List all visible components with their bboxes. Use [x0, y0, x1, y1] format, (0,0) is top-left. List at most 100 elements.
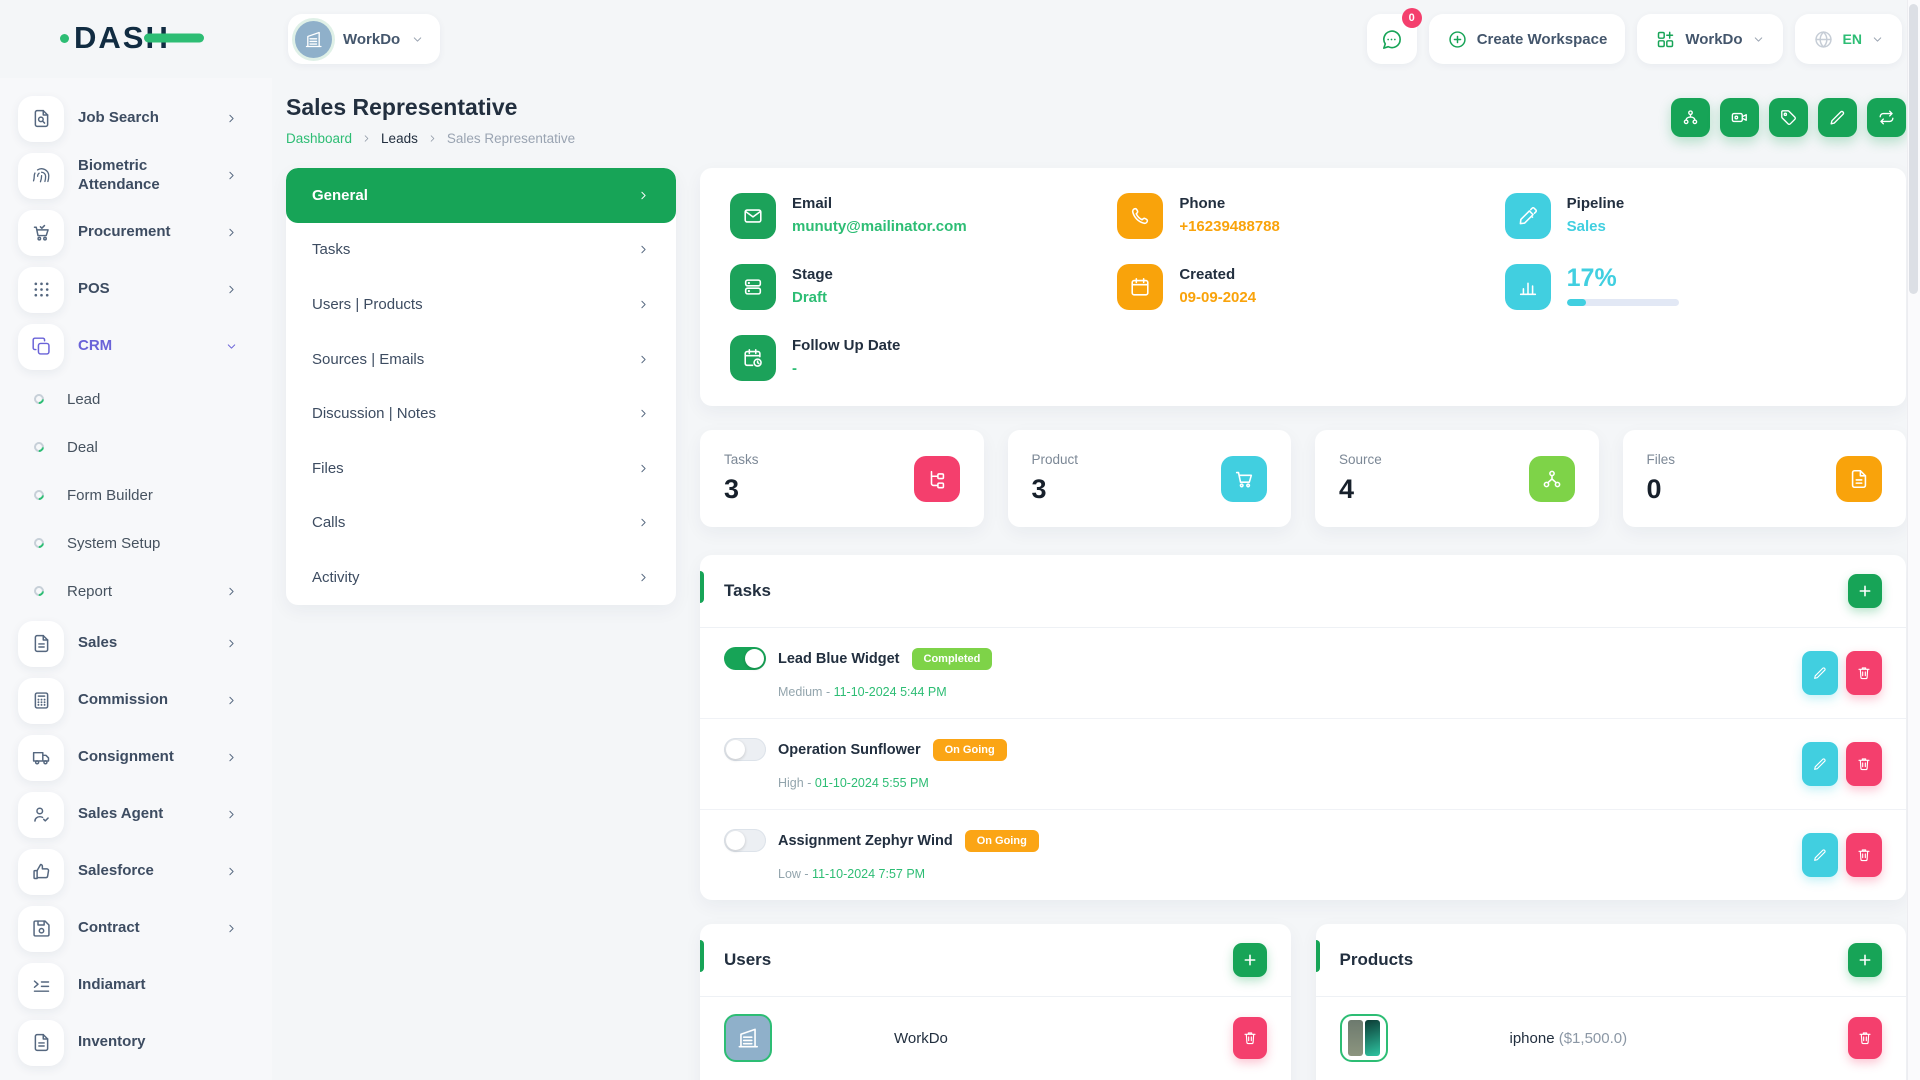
tab-activity[interactable]: Activity	[286, 550, 676, 605]
sidebar-item-commission[interactable]: Commission	[0, 672, 272, 729]
stage-value: Draft	[792, 289, 833, 306]
sidebar-item-sales-agent[interactable]: Sales Agent	[0, 786, 272, 843]
edit-task-button[interactable]	[1802, 833, 1838, 877]
sidebar-item-indiamart[interactable]: Indiamart	[0, 957, 272, 1014]
task-row: Lead Blue Widget Completed Medium - 11-1…	[700, 628, 1906, 719]
sidebar-item-biometric-attendance[interactable]: Biometric Attendance	[0, 147, 272, 204]
sidebar-item-job-search[interactable]: Job Search	[0, 90, 272, 147]
tab-general[interactable]: General	[286, 168, 676, 223]
sidebar-item-form-builder[interactable]: Form Builder	[0, 471, 272, 519]
follow-up-value: -	[792, 360, 900, 377]
share-network-icon	[1529, 456, 1575, 502]
convert-button[interactable]	[1867, 98, 1906, 137]
chevron-right-icon	[225, 922, 238, 935]
calendar-clock-icon	[730, 335, 776, 381]
user-avatar	[724, 1014, 772, 1062]
hierarchy-button[interactable]	[1671, 98, 1710, 137]
tab-users-products[interactable]: Users | Products	[286, 277, 676, 332]
sidebar-item-consignment[interactable]: Consignment	[0, 729, 272, 786]
task-row: Operation Sunflower On Going High - 01-1…	[700, 719, 1906, 810]
tree-icon	[914, 456, 960, 502]
sidebar-item-salesforce[interactable]: Salesforce	[0, 843, 272, 900]
page-scrollbar	[1907, 0, 1920, 1080]
bullet-icon	[32, 584, 46, 598]
products-section-title: Products	[1340, 950, 1414, 970]
tab-sources-emails[interactable]: Sources | Emails	[286, 332, 676, 387]
messages-button[interactable]: 0	[1367, 14, 1417, 64]
delete-user-button[interactable]	[1233, 1017, 1267, 1059]
trash-icon	[1856, 847, 1872, 863]
bar-chart-icon	[1505, 264, 1551, 310]
sidebar-item-report[interactable]: Report	[0, 567, 272, 615]
chevron-right-icon	[637, 353, 650, 366]
progress-fill	[1567, 299, 1586, 306]
workspace-name: WorkDo	[343, 31, 400, 48]
task-toggle[interactable]	[724, 829, 766, 852]
language-selector[interactable]: EN	[1795, 14, 1902, 64]
sidebar-item-pos[interactable]: POS	[0, 261, 272, 318]
sidebar-item-deal[interactable]: Deal	[0, 423, 272, 471]
chevron-down-icon	[1752, 33, 1765, 46]
trash-icon	[1857, 1030, 1873, 1046]
cart-icon	[1221, 456, 1267, 502]
breadcrumb-dashboard[interactable]: Dashboard	[286, 131, 352, 146]
edit-lead-button[interactable]	[1818, 98, 1857, 137]
convert-arrows-icon	[1877, 108, 1896, 127]
plus-icon	[1857, 583, 1873, 599]
calculator-icon	[18, 678, 64, 724]
status-badge: Completed	[912, 648, 993, 670]
bullet-icon	[32, 488, 46, 502]
app-logo[interactable]: DASH	[60, 20, 170, 56]
tab-discussion-notes[interactable]: Discussion | Notes	[286, 386, 676, 441]
logo-dash-icon	[144, 34, 204, 43]
pipeline-value: Sales	[1567, 218, 1625, 235]
chevron-right-icon	[637, 189, 650, 202]
delete-task-button[interactable]	[1846, 742, 1882, 786]
grid-plus-icon	[1655, 29, 1676, 50]
stat-card-source: Source 4	[1315, 430, 1599, 527]
workspace-switcher[interactable]: WorkDo	[288, 14, 440, 64]
chevron-right-icon	[225, 585, 238, 598]
document-lines-icon	[18, 621, 64, 667]
field-follow-up-date: Follow Up Date -	[730, 335, 1101, 381]
delete-task-button[interactable]	[1846, 833, 1882, 877]
add-task-button[interactable]	[1848, 574, 1882, 608]
tab-files[interactable]: Files	[286, 441, 676, 496]
task-toggle[interactable]	[724, 738, 766, 761]
add-user-button[interactable]	[1233, 943, 1267, 977]
workspace-menu-button[interactable]: WorkDo	[1637, 14, 1782, 64]
sidebar-item-lead[interactable]: Lead	[0, 375, 272, 423]
users-section-title: Users	[724, 950, 771, 970]
progress-bar	[1567, 299, 1679, 306]
labels-button[interactable]	[1769, 98, 1808, 137]
meeting-button[interactable]	[1720, 98, 1759, 137]
tab-tasks[interactable]: Tasks	[286, 223, 676, 278]
product-row: iphone ($1,500.0)	[1316, 997, 1907, 1079]
email-value: munuty@mailinator.com	[792, 218, 967, 235]
sidebar-item-contract[interactable]: Contract	[0, 900, 272, 957]
edit-task-button[interactable]	[1802, 651, 1838, 695]
fingerprint-icon	[18, 153, 64, 199]
breadcrumb-leads[interactable]: Leads	[381, 131, 418, 146]
delete-task-button[interactable]	[1846, 651, 1882, 695]
create-workspace-button[interactable]: Create Workspace	[1429, 14, 1626, 64]
pencil-icon	[1828, 108, 1847, 127]
edit-task-button[interactable]	[1802, 742, 1838, 786]
sidebar-item-procurement[interactable]: Procurement	[0, 204, 272, 261]
lead-overview-card: Email munuty@mailinator.com Phone +16239…	[700, 168, 1906, 406]
bullet-icon	[32, 536, 46, 550]
pencil-icon	[1812, 665, 1828, 681]
sidebar-item-inventory[interactable]: Inventory	[0, 1014, 272, 1071]
delete-product-button[interactable]	[1848, 1017, 1882, 1059]
task-toggle[interactable]	[724, 647, 766, 670]
stats-row: Tasks 3 Product 3 Source 4	[700, 430, 1906, 527]
sidebar-item-sales[interactable]: Sales	[0, 615, 272, 672]
add-product-button[interactable]	[1848, 943, 1882, 977]
building-icon	[303, 29, 324, 50]
sidebar-item-crm[interactable]: CRM	[0, 318, 272, 375]
user-name: WorkDo	[894, 1030, 948, 1047]
tab-calls[interactable]: Calls	[286, 496, 676, 551]
scrollbar-thumb[interactable]	[1909, 4, 1918, 294]
messages-count-badge: 0	[1402, 8, 1422, 28]
sidebar-item-system-setup[interactable]: System Setup	[0, 519, 272, 567]
